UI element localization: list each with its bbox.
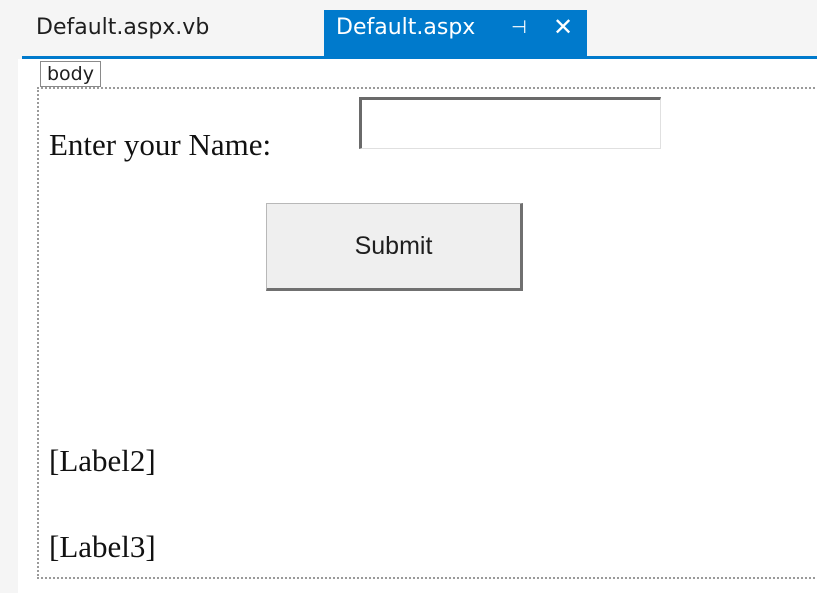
- body-design-surface[interactable]: Enter your Name: Submit [Label2] [Label3…: [37, 87, 817, 579]
- name-label: Enter your Name:: [49, 127, 272, 162]
- label2-control[interactable]: [Label2]: [49, 443, 156, 479]
- document-tab-strip: Default.aspx.vb Default.aspx ⊣ ✕: [0, 0, 817, 59]
- tab-default-aspx-vb[interactable]: Default.aspx.vb: [28, 10, 324, 58]
- close-icon[interactable]: ✕: [550, 10, 576, 46]
- tab-label: Default.aspx: [336, 15, 476, 40]
- name-textbox[interactable]: [359, 97, 661, 149]
- label3-control[interactable]: [Label3]: [49, 529, 156, 565]
- design-view-editor[interactable]: body Enter your Name: Submit [Label2] [L…: [18, 59, 817, 593]
- pin-icon[interactable]: ⊣: [508, 10, 530, 46]
- tab-label: Default.aspx.vb: [36, 15, 210, 40]
- submit-button[interactable]: Submit: [266, 203, 523, 291]
- tab-default-aspx[interactable]: Default.aspx ⊣ ✕: [324, 10, 587, 58]
- designer-window: Default.aspx.vb Default.aspx ⊣ ✕ body En…: [0, 0, 817, 593]
- body-element-tag[interactable]: body: [40, 61, 101, 87]
